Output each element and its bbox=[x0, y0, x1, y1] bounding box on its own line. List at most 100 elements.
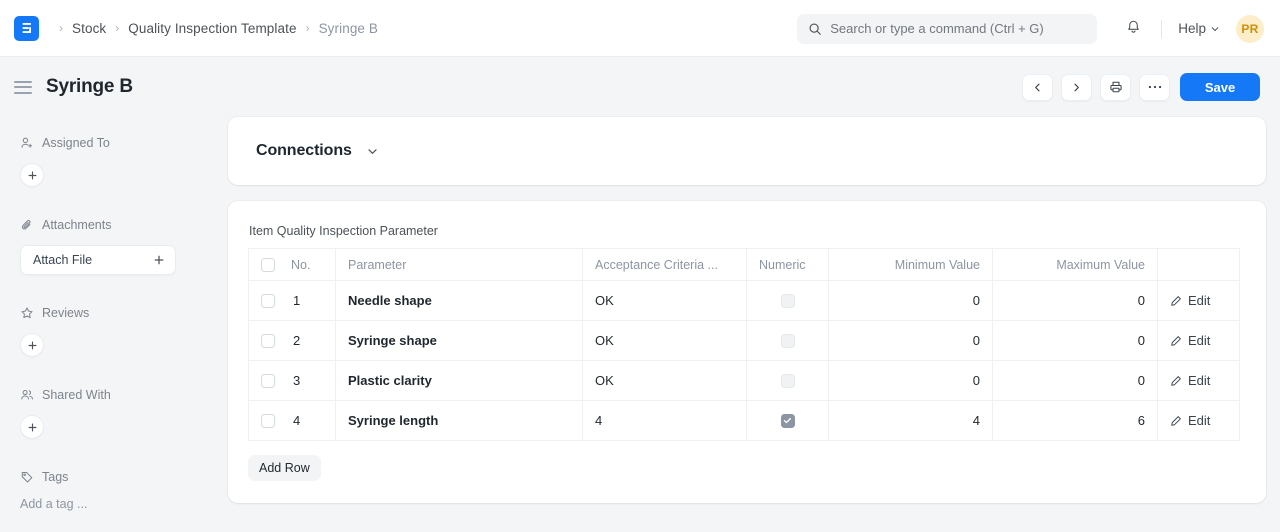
column-header-acceptance-criteria: Acceptance Criteria ... bbox=[583, 249, 747, 281]
row-select-checkbox[interactable] bbox=[261, 334, 275, 348]
cell-acceptance-criteria[interactable]: OK bbox=[583, 281, 747, 321]
erpnext-logo-icon[interactable] bbox=[14, 16, 39, 41]
bell-icon bbox=[1125, 18, 1142, 40]
navbar-right-group: Help PR bbox=[797, 0, 1264, 57]
main-content: Connections Item Quality Inspection Para… bbox=[228, 117, 1280, 532]
cell-parameter[interactable]: Syringe length bbox=[336, 401, 583, 441]
numeric-checkbox[interactable] bbox=[781, 414, 795, 428]
add-shared-user-button[interactable] bbox=[20, 415, 44, 439]
column-header-no: No. bbox=[249, 249, 336, 281]
paperclip-icon bbox=[20, 218, 34, 232]
edit-row-button[interactable]: Edit bbox=[1170, 413, 1227, 428]
cell-parameter[interactable]: Needle shape bbox=[336, 281, 583, 321]
attach-file-label: Attach File bbox=[33, 253, 92, 267]
table-row[interactable]: 3Plastic clarityOK 00 Edit bbox=[249, 361, 1240, 401]
save-button[interactable]: Save bbox=[1180, 73, 1260, 101]
cell-minimum-value[interactable]: 0 bbox=[829, 321, 993, 361]
sidebar-section-tags: Tags Add a tag ... bbox=[20, 465, 208, 511]
sidebar-label-reviews: Reviews bbox=[20, 301, 208, 325]
cell-parameter[interactable]: Syringe shape bbox=[336, 321, 583, 361]
table-row[interactable]: 2Syringe shapeOK00Edit bbox=[249, 321, 1240, 361]
table-row[interactable]: 4Syringe length446Edit bbox=[249, 401, 1240, 441]
sidebar-section-assigned-to: Assigned To bbox=[20, 131, 208, 187]
page-title: Syringe B bbox=[46, 76, 133, 98]
cell-acceptance-criteria[interactable]: 4 bbox=[583, 401, 747, 441]
breadcrumb: › Stock › Quality Inspection Template › … bbox=[50, 21, 378, 36]
cell-acceptance-criteria[interactable]: OK bbox=[583, 321, 747, 361]
cell-actions[interactable]: Edit bbox=[1158, 401, 1240, 441]
cell-numeric[interactable] bbox=[747, 321, 829, 361]
add-tag-input[interactable]: Add a tag ... bbox=[20, 497, 208, 511]
help-label: Help bbox=[1178, 21, 1206, 36]
user-plus-icon bbox=[20, 136, 34, 150]
edit-label: Edit bbox=[1188, 413, 1210, 428]
cell-maximum-value[interactable]: 0 bbox=[993, 321, 1158, 361]
add-row-button[interactable]: Add Row bbox=[248, 455, 321, 481]
sidebar: Assigned To Attachments A bbox=[0, 117, 228, 532]
row-select-checkbox[interactable] bbox=[261, 414, 275, 428]
cell-parameter[interactable]: Plastic clarity bbox=[336, 361, 583, 401]
page-body: Assigned To Attachments A bbox=[0, 117, 1280, 532]
cell-minimum-value[interactable]: 0 bbox=[829, 281, 993, 321]
sidebar-label-text: Shared With bbox=[42, 388, 111, 402]
chevron-down-icon bbox=[1210, 24, 1220, 34]
row-select-checkbox[interactable] bbox=[261, 374, 275, 388]
add-assignment-button[interactable] bbox=[20, 163, 44, 187]
cell-minimum-value[interactable]: 0 bbox=[829, 361, 993, 401]
chevron-right-icon bbox=[1071, 82, 1082, 93]
cell-minimum-value[interactable]: 4 bbox=[829, 401, 993, 441]
print-button[interactable] bbox=[1100, 74, 1131, 101]
parameter-name: Needle shape bbox=[348, 293, 432, 308]
connections-card: Connections bbox=[228, 117, 1266, 185]
previous-document-button[interactable] bbox=[1022, 74, 1053, 101]
pencil-icon bbox=[1170, 335, 1182, 347]
grid-label: Item Quality Inspection Parameter bbox=[249, 224, 1246, 238]
hamburger-menu-icon[interactable] bbox=[14, 76, 36, 98]
cell-actions[interactable]: Edit bbox=[1158, 321, 1240, 361]
edit-label: Edit bbox=[1188, 293, 1210, 308]
cell-actions[interactable]: Edit bbox=[1158, 281, 1240, 321]
hamburger-line bbox=[14, 81, 32, 83]
more-actions-button[interactable] bbox=[1139, 74, 1170, 101]
edit-label: Edit bbox=[1188, 373, 1210, 388]
cell-numeric[interactable] bbox=[747, 401, 829, 441]
help-menu[interactable]: Help bbox=[1176, 17, 1222, 40]
cell-maximum-value[interactable]: 6 bbox=[993, 401, 1158, 441]
numeric-checkbox[interactable] bbox=[781, 294, 795, 308]
cell-no: 4 bbox=[249, 401, 336, 441]
cell-actions[interactable]: Edit bbox=[1158, 361, 1240, 401]
cell-numeric[interactable] bbox=[747, 281, 829, 321]
edit-row-button[interactable]: Edit bbox=[1170, 333, 1227, 348]
hamburger-line bbox=[14, 86, 32, 88]
search-input[interactable] bbox=[830, 21, 1086, 36]
cell-maximum-value[interactable]: 0 bbox=[993, 281, 1158, 321]
cell-maximum-value[interactable]: 0 bbox=[993, 361, 1158, 401]
attach-file-button[interactable]: Attach File bbox=[20, 245, 176, 275]
parameters-table: No. Parameter Acceptance Criteria ... Nu… bbox=[248, 248, 1240, 441]
plus-icon bbox=[27, 170, 38, 181]
numeric-checkbox[interactable] bbox=[781, 334, 795, 348]
numeric-checkbox[interactable] bbox=[781, 374, 795, 388]
page-header: Syringe B bbox=[0, 57, 1280, 117]
avatar[interactable]: PR bbox=[1236, 15, 1264, 43]
next-document-button[interactable] bbox=[1061, 74, 1092, 101]
cell-no: 3 bbox=[249, 361, 336, 401]
cell-numeric[interactable] bbox=[747, 361, 829, 401]
breadcrumb-item-quality-inspection-template[interactable]: Quality Inspection Template bbox=[128, 21, 296, 36]
table-row[interactable]: 1Needle shapeOK00Edit bbox=[249, 281, 1240, 321]
sidebar-label-assigned-to: Assigned To bbox=[20, 131, 208, 155]
row-select-checkbox[interactable] bbox=[261, 294, 275, 308]
select-all-checkbox[interactable] bbox=[261, 258, 275, 272]
edit-row-button[interactable]: Edit bbox=[1170, 373, 1227, 388]
edit-row-button[interactable]: Edit bbox=[1170, 293, 1227, 308]
chevron-down-icon[interactable] bbox=[366, 145, 379, 158]
sidebar-label-tags: Tags bbox=[20, 465, 208, 489]
search-box[interactable] bbox=[797, 14, 1097, 44]
cell-acceptance-criteria[interactable]: OK bbox=[583, 361, 747, 401]
sidebar-label-text: Attachments bbox=[42, 218, 111, 232]
column-header-maximum-value: Maximum Value bbox=[993, 249, 1158, 281]
tag-icon bbox=[20, 470, 34, 484]
notifications-button[interactable] bbox=[1119, 15, 1147, 43]
breadcrumb-item-stock[interactable]: Stock bbox=[72, 21, 106, 36]
add-review-button[interactable] bbox=[20, 333, 44, 357]
